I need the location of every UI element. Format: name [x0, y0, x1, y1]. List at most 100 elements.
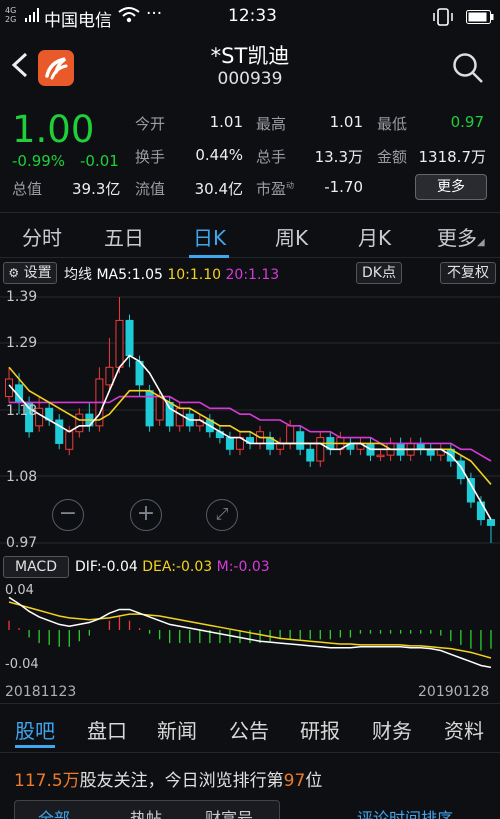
- tab-research[interactable]: 研报: [300, 715, 340, 744]
- y-label-top: 1.39: [6, 289, 38, 305]
- ma-legend: 均线 MA5:1.05 10:1.10 20:1.13: [64, 267, 280, 283]
- open-value: 1.01: [209, 113, 243, 131]
- candle: [245, 431, 255, 450]
- network-indicator: 4G 2G: [5, 6, 17, 24]
- tab-more[interactable]: 更多◢: [437, 222, 485, 251]
- dk-point-button[interactable]: DK点: [356, 262, 402, 284]
- bottom-active-indicator: [15, 745, 55, 748]
- carrier-name: 中国电信: [44, 11, 112, 31]
- macd-values: DIF:-0.04 DEA:-0.03 M:-0.03: [75, 559, 270, 575]
- tab-profile[interactable]: 资料: [444, 715, 484, 744]
- amount-value: 1318.7万: [418, 148, 487, 166]
- sort-option[interactable]: 评论时间排序: [357, 805, 453, 819]
- candle: [346, 437, 355, 456]
- tab-daily-k[interactable]: 日K: [193, 222, 226, 251]
- tab-weekly-k[interactable]: 周K: [275, 222, 308, 251]
- plus-icon: +: [136, 501, 156, 526]
- filter-fortune[interactable]: 财富号: [205, 805, 253, 819]
- status-bar: 4G 2G 中国电信 ··· 12:33: [0, 0, 500, 36]
- candle: [416, 437, 425, 456]
- y-label-3: 1.18: [6, 403, 38, 419]
- candle: [316, 431, 325, 467]
- signal-icon: [25, 7, 39, 22]
- candle: [436, 443, 445, 461]
- volume-label: 总手: [256, 148, 287, 166]
- candle: [276, 437, 285, 456]
- clock: 12:33: [228, 6, 277, 26]
- change-percent: -0.99%: [12, 152, 66, 170]
- zoom-out-button[interactable]: −: [52, 499, 84, 531]
- candle: [486, 519, 495, 543]
- total-value: 39.3亿: [72, 180, 121, 198]
- quote-panel: 1.00 -0.99% -0.01 总值 39.3亿 今开 1.01 最高 1.…: [0, 104, 500, 210]
- tab-order-book[interactable]: 盘口: [87, 715, 127, 744]
- pe-value: -1.70: [324, 178, 363, 196]
- forum-stats: 117.5万股友关注，今日浏览排行第97位: [14, 771, 323, 791]
- candle: [376, 449, 385, 461]
- macd-indicator-button[interactable]: MACD: [3, 556, 69, 578]
- candle: [85, 402, 94, 432]
- tab-five-day[interactable]: 五日: [104, 222, 144, 251]
- vibrate-icon: [432, 8, 454, 31]
- low-value: 0.97: [450, 113, 484, 131]
- price-adjust-button[interactable]: 不复权: [440, 262, 496, 284]
- high-value: 1.01: [329, 113, 363, 131]
- candle: [235, 431, 244, 456]
- search-button[interactable]: [452, 52, 484, 88]
- more-status-icon: ···: [146, 4, 163, 24]
- last-price: 1.00: [12, 108, 95, 151]
- macd-chart[interactable]: [0, 580, 500, 680]
- low-label: 最低: [377, 115, 408, 133]
- minus-icon: −: [58, 501, 78, 526]
- y-label-2: 1.29: [6, 335, 38, 351]
- expand-icon: ⤢: [215, 504, 229, 523]
- settings-button[interactable]: ⚙ 设置: [3, 262, 57, 284]
- filter-all[interactable]: 全部: [38, 805, 70, 819]
- tab-minute[interactable]: 分时: [22, 222, 62, 251]
- macd-y-bottom: -0.04: [5, 657, 39, 672]
- macd-legend: MACD DIF:-0.04 DEA:-0.03 M:-0.03: [0, 556, 500, 580]
- date-start: 20181123: [5, 684, 77, 700]
- open-label: 今开: [135, 115, 166, 133]
- amount-label: 金额: [377, 148, 408, 166]
- turnover-value: 0.44%: [195, 146, 243, 164]
- candle: [195, 414, 204, 432]
- candle: [296, 425, 305, 456]
- battery-icon: [466, 9, 494, 29]
- volume-value: 13.3万: [314, 148, 363, 166]
- more-quote-button[interactable]: 更多: [415, 174, 487, 200]
- y-label-bottom: 0.97: [6, 535, 38, 551]
- float-value: 30.4亿: [194, 180, 243, 198]
- candle: [105, 338, 114, 391]
- dropdown-triangle-icon: ◢: [477, 237, 485, 248]
- stock-header: *ST凯迪 000939: [0, 36, 500, 96]
- stock-name: *ST凯迪: [210, 44, 290, 68]
- tab-announcements[interactable]: 公告: [229, 715, 269, 744]
- gear-icon: ⚙: [8, 266, 20, 280]
- turnover-label: 换手: [135, 148, 166, 166]
- pe-label: 市盈动: [256, 180, 295, 198]
- wifi-icon: [118, 6, 140, 29]
- fullscreen-button[interactable]: ⤢: [206, 499, 238, 531]
- kline-legend: ⚙ 设置 均线 MA5:1.05 10:1.10 20:1.13 DK点 不复权: [0, 261, 500, 285]
- candle: [55, 414, 64, 450]
- tab-forum[interactable]: 股吧: [15, 715, 55, 744]
- candle: [95, 367, 104, 432]
- tab-finance[interactable]: 财务: [372, 715, 412, 744]
- stock-code: 000939: [217, 69, 283, 89]
- candle: [356, 437, 365, 456]
- float-value-label: 流值: [135, 180, 166, 198]
- search-icon: [453, 53, 483, 83]
- active-tab-indicator: [189, 255, 229, 258]
- tab-monthly-k[interactable]: 月K: [358, 222, 391, 251]
- candle: [75, 408, 84, 438]
- candle: [115, 297, 124, 374]
- period-tabs: 分时 五日 日K 周K 月K 更多◢: [0, 212, 500, 258]
- y-label-4: 1.08: [6, 469, 38, 485]
- zoom-in-button[interactable]: +: [130, 499, 162, 531]
- candle: [306, 443, 315, 467]
- high-label: 最高: [256, 115, 287, 133]
- tab-news[interactable]: 新闻: [157, 715, 197, 744]
- filter-hot[interactable]: 热帖: [130, 805, 162, 819]
- candle: [426, 443, 435, 461]
